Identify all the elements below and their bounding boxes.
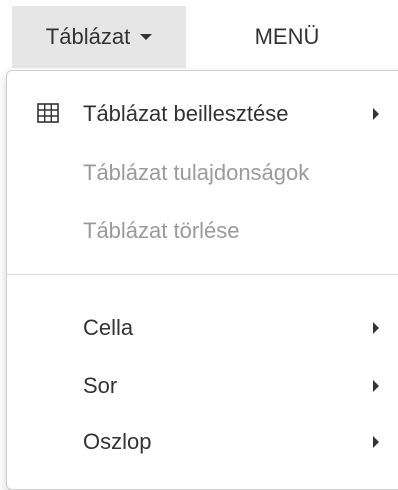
caret-right-icon (373, 322, 379, 334)
menu-divider (7, 274, 398, 275)
menu-item-label: Táblázat beillesztése (83, 101, 289, 126)
menu-item-label: Cella (83, 315, 134, 340)
menu-item-label: Táblázat tulajdonságok (83, 160, 310, 185)
menu-item-cell[interactable]: Cella (7, 303, 398, 353)
menu-item-row[interactable]: Sor (7, 361, 398, 411)
menu-item-label: Táblázat törlése (83, 218, 240, 243)
menu-button[interactable]: MENÜ (232, 6, 342, 68)
table-grid-icon (37, 103, 59, 123)
menu-label: MENÜ (254, 24, 320, 49)
menubar: Táblázat MENÜ (0, 0, 398, 70)
menu-item-label: Oszlop (83, 429, 152, 454)
table-menu-label: Táblázat (45, 24, 131, 49)
menu-item-delete-table: Táblázat törlése (7, 206, 398, 256)
table-menu-button[interactable]: Táblázat (12, 6, 186, 68)
caret-right-icon (373, 380, 379, 392)
menu-item-table-properties: Táblázat tulajdonságok (7, 148, 398, 198)
table-dropdown-menu: Táblázat beillesztése Táblázat tulajdons… (6, 70, 398, 490)
menu-item-column[interactable]: Oszlop (7, 417, 398, 467)
menu-item-label: Sor (83, 373, 118, 398)
caret-right-icon (373, 436, 379, 448)
menu-item-insert-table[interactable]: Táblázat beillesztése (7, 89, 398, 139)
caret-down-icon (140, 34, 153, 40)
caret-right-icon (373, 108, 379, 120)
